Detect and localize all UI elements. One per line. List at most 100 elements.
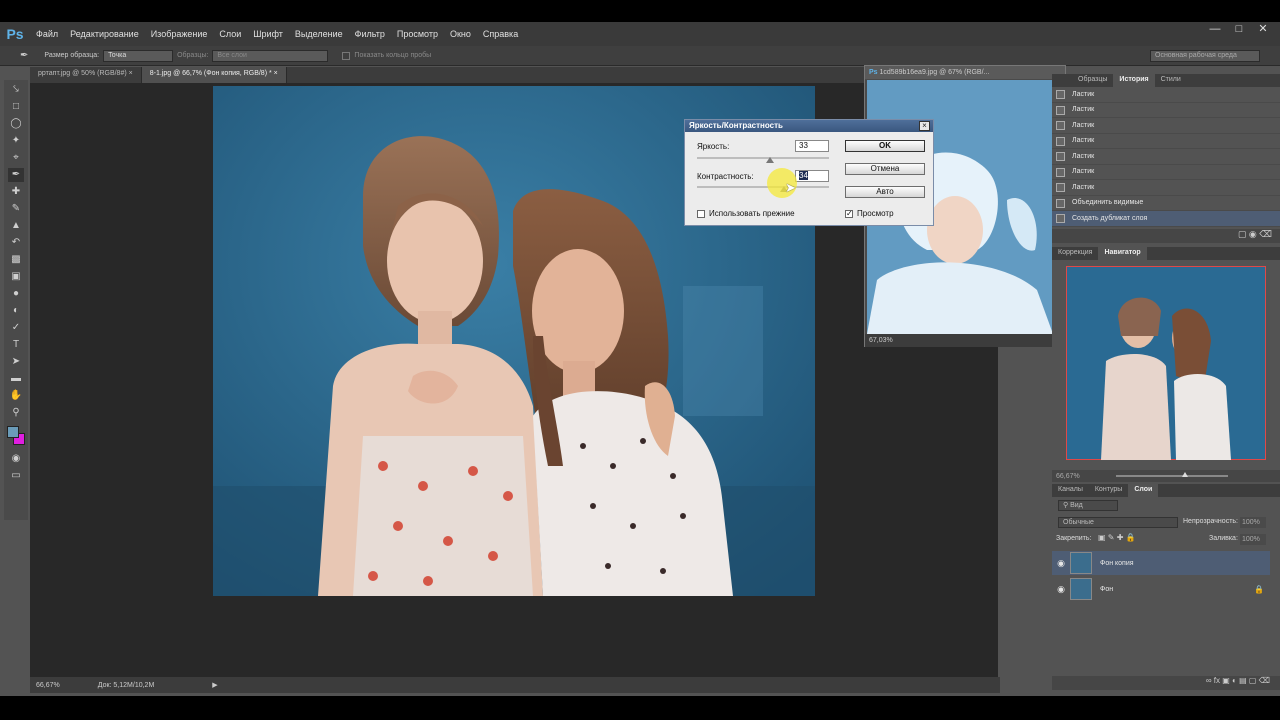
brightness-slider[interactable]	[697, 157, 829, 159]
new-layer-icon[interactable]: ▢	[1249, 676, 1257, 685]
menu-view[interactable]: Просмотр	[391, 29, 444, 39]
history-item[interactable]: Ластик	[1052, 103, 1280, 118]
history-item[interactable]: Ластик	[1052, 118, 1280, 134]
cancel-button[interactable]: Отмена	[845, 163, 925, 175]
menu-filter[interactable]: Фильтр	[349, 29, 391, 39]
navigator-zoom-thumb[interactable]	[1181, 472, 1188, 477]
camera-icon[interactable]: ◉	[1249, 229, 1257, 239]
blur-tool-icon[interactable]: ●	[8, 287, 24, 301]
ok-button[interactable]: OK	[845, 140, 925, 152]
tab-layers[interactable]: Слои	[1128, 484, 1159, 497]
menu-image[interactable]: Изображение	[145, 29, 214, 39]
tab-history[interactable]: История	[1113, 74, 1155, 87]
brightness-input[interactable]: 33	[795, 140, 829, 152]
tab-document-1[interactable]: рртапт.jpg @ 50% (RGB/8#) ×	[30, 67, 142, 83]
menu-file[interactable]: Файл	[30, 29, 64, 39]
maximize-button[interactable]: □	[1228, 22, 1250, 38]
visibility-eye-icon[interactable]: ◉	[1052, 584, 1070, 595]
menu-help[interactable]: Справка	[477, 29, 524, 39]
layer-kind-filter[interactable]: ⚲ Вид	[1058, 500, 1118, 511]
preview-checkbox[interactable]: ✓	[845, 210, 853, 218]
brightness-slider-thumb[interactable]	[765, 157, 774, 163]
trash-icon[interactable]: ⌫	[1259, 229, 1272, 239]
history-item-selected[interactable]: Создать дубликат слоя	[1052, 211, 1280, 227]
color-swatches[interactable]	[4, 423, 28, 449]
move-tool-icon[interactable]: ⤥	[8, 83, 24, 97]
history-item[interactable]: Объединить видимые	[1052, 196, 1280, 211]
history-item[interactable]: Ластик	[1052, 165, 1280, 180]
history-item[interactable]: Ластик	[1052, 180, 1280, 196]
marquee-tool-icon[interactable]: □	[8, 100, 24, 114]
navigator-preview[interactable]	[1052, 260, 1280, 470]
healing-brush-tool-icon[interactable]: ✚	[8, 185, 24, 199]
tab-paths[interactable]: Контуры	[1089, 484, 1128, 497]
clone-stamp-tool-icon[interactable]: ▲	[8, 219, 24, 233]
adjustment-icon[interactable]: ◐	[1232, 676, 1237, 685]
floating-doc-title[interactable]: Ps 1cd589b16ea9.jpg @ 67% (RGB/...	[865, 66, 1065, 79]
dialog-title[interactable]: Яркость/Контрастность	[685, 120, 933, 132]
tab-styles[interactable]: Стили	[1155, 74, 1187, 87]
menu-window[interactable]: Окно	[444, 29, 477, 39]
folder-icon[interactable]: ▤	[1239, 676, 1247, 685]
opacity-input[interactable]: 100%	[1240, 517, 1266, 528]
contrast-input[interactable]: 34	[795, 170, 829, 182]
menu-layers[interactable]: Слои	[213, 29, 247, 39]
play-arrow-icon[interactable]: ▶	[212, 681, 217, 689]
lock-icons[interactable]: ▣ ✎ ✚ 🔒	[1098, 533, 1136, 542]
fx-icon[interactable]: fx	[1214, 676, 1220, 685]
eyedropper-icon[interactable]: ✒	[20, 50, 28, 61]
contrast-slider[interactable]	[697, 186, 829, 188]
tab-navigator[interactable]: Навигатор	[1098, 247, 1147, 260]
layer-row-background[interactable]: ◉ Фон 🔒	[1052, 577, 1270, 601]
navigator-zoom-slider[interactable]	[1115, 472, 1228, 477]
dodge-tool-icon[interactable]: ◐	[8, 304, 24, 318]
menu-select[interactable]: Выделение	[289, 29, 349, 39]
navigator-zoom-value[interactable]: 66,67%	[1056, 473, 1080, 480]
fill-input[interactable]: 100%	[1240, 534, 1266, 545]
minimize-button[interactable]: —	[1204, 22, 1226, 38]
mask-icon[interactable]: ▣	[1222, 676, 1230, 685]
lasso-tool-icon[interactable]: ◯	[8, 117, 24, 131]
use-legacy-checkbox[interactable]	[697, 210, 705, 218]
tab-document-2[interactable]: 8-1.jpg @ 66,7% (Фон копия, RGB/8) * ×	[141, 67, 287, 83]
eyedropper-tool-icon[interactable]: ✒	[8, 168, 24, 182]
zoom-tool-icon[interactable]: ⚲	[8, 406, 24, 420]
crop-tool-icon[interactable]: ⌖	[8, 151, 24, 165]
visibility-eye-icon[interactable]: ◉	[1052, 558, 1070, 569]
layer-row-copy[interactable]: ◉ Фон копия	[1052, 551, 1270, 575]
hand-tool-icon[interactable]: ✋	[8, 389, 24, 403]
blend-mode-select[interactable]: Обычные	[1058, 517, 1178, 528]
screen-mode-icon[interactable]: ▭	[8, 469, 24, 483]
history-item[interactable]: Ластик	[1052, 87, 1280, 103]
close-icon[interactable]: ×	[274, 70, 278, 77]
history-brush-tool-icon[interactable]: ↶	[8, 236, 24, 250]
samples-select[interactable]: Все слои	[212, 49, 329, 62]
history-item[interactable]: Ластик	[1052, 149, 1280, 165]
dialog-close-icon[interactable]: ×	[919, 121, 930, 131]
quick-select-tool-icon[interactable]: ✦	[8, 134, 24, 148]
foreground-color-swatch[interactable]	[7, 426, 19, 438]
menu-type[interactable]: Шрифт	[247, 29, 289, 39]
quick-mask-icon[interactable]: ◉	[8, 452, 24, 466]
tab-channels[interactable]: Каналы	[1052, 484, 1089, 497]
floating-doc-zoom[interactable]: 67,03%	[869, 337, 893, 344]
auto-button[interactable]: Авто	[845, 186, 925, 198]
shape-tool-icon[interactable]: ▬	[8, 372, 24, 386]
trash-icon[interactable]: ⌫	[1259, 676, 1270, 685]
show-ring-checkbox[interactable]	[342, 51, 351, 60]
history-item[interactable]: Ластик	[1052, 134, 1280, 149]
type-tool-icon[interactable]: T	[8, 338, 24, 352]
menu-edit[interactable]: Редактирование	[64, 29, 145, 39]
tab-samples[interactable]: Образцы	[1072, 74, 1113, 87]
sample-size-select[interactable]: Точка	[103, 49, 174, 62]
new-document-icon[interactable]: ▢	[1238, 229, 1247, 239]
gradient-tool-icon[interactable]: ▣	[8, 270, 24, 284]
zoom-readout[interactable]: 66,67%	[36, 682, 60, 689]
close-button[interactable]: ✕	[1252, 22, 1274, 38]
path-select-tool-icon[interactable]: ➤	[8, 355, 24, 369]
link-icon[interactable]: ∞	[1206, 676, 1212, 685]
workspace-select[interactable]: Основная рабочая среда	[1150, 49, 1260, 62]
pen-tool-icon[interactable]: ✓	[8, 321, 24, 335]
close-icon[interactable]: ×	[129, 70, 133, 77]
tab-adjustments[interactable]: Коррекция	[1052, 247, 1098, 260]
